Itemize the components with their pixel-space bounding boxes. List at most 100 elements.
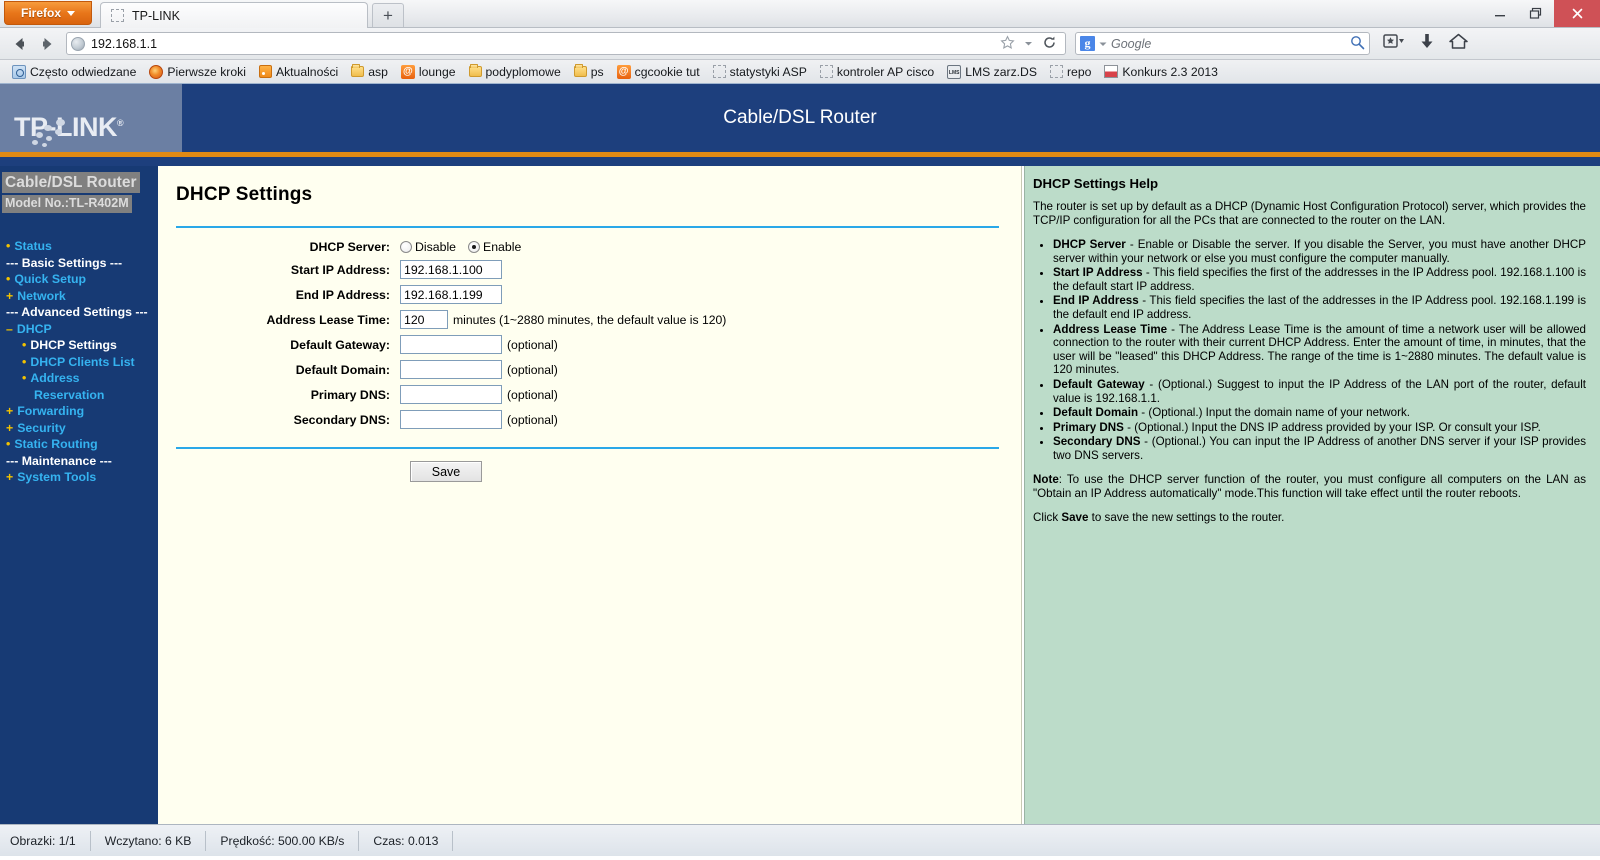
browser-tab-tp-link[interactable]: TP-LINK (100, 2, 368, 28)
form-row-default-domain: Default Domain: (optional) (158, 360, 1021, 379)
help-list-item: Secondary DNS - (Optional.) You can inpu… (1053, 435, 1586, 462)
sidebar-item-network[interactable]: + Network (6, 288, 158, 305)
lease-time-label: Address Lease Time: (266, 312, 390, 327)
bookmark-label: LMS zarz.DS (965, 64, 1037, 79)
bookmark-label: ps (590, 64, 604, 79)
dhcp-disable-label: Disable (415, 240, 457, 254)
sidebar-item-dhcp[interactable]: – DHCP (6, 321, 158, 338)
plus-expand-icon: + (6, 404, 14, 418)
reload-icon[interactable] (1042, 35, 1057, 53)
sidebar-item-address-reservation[interactable]: • Address Reservation (6, 370, 158, 403)
most-visited-icon (12, 64, 26, 79)
bookmark-item[interactable]: Często odwiedzane (7, 64, 141, 80)
form-row-lease-time: Address Lease Time: minutes (1~2880 minu… (158, 310, 1021, 329)
bookmark-star-icon[interactable] (1000, 34, 1015, 53)
address-bar[interactable]: 192.168.1.1 (66, 32, 1066, 55)
back-button[interactable] (6, 30, 33, 57)
sidebar-menu: • Status --- Basic Settings --- • Quick Se… (0, 238, 158, 486)
search-bar[interactable]: g Google (1075, 32, 1370, 55)
help-term: DHCP Server (1053, 238, 1126, 251)
bookmark-item[interactable]: Aktualności (254, 64, 343, 80)
bottom-divider (176, 447, 999, 449)
new-tab-button[interactable]: + (372, 3, 404, 27)
plus-icon: + (383, 6, 393, 25)
home-button[interactable] (1449, 33, 1468, 55)
downloads-button[interactable] (1419, 33, 1435, 55)
sidebar-item-status[interactable]: • Status (6, 238, 158, 255)
restore-button[interactable] (1518, 0, 1554, 27)
toolbar-right-actions (1383, 33, 1468, 55)
bookmark-item[interactable]: cgcookie tut (612, 64, 705, 80)
chevron-down-icon[interactable] (1024, 37, 1033, 51)
forward-button[interactable] (33, 30, 60, 57)
minimize-button[interactable] (1482, 0, 1518, 27)
url-text: 192.168.1.1 (91, 36, 158, 51)
bookmark-item[interactable]: statystyki ASP (708, 64, 812, 80)
sidebar-item-quick-setup[interactable]: • Quick Setup (6, 271, 158, 288)
lease-time-input[interactable] (400, 310, 448, 329)
form-row-primary-dns: Primary DNS: (optional) (158, 385, 1021, 404)
form-row-end-ip: End IP Address: (158, 285, 1021, 304)
help-click-save: Click Save to save the new settings to t… (1033, 511, 1586, 525)
optional-hint: (optional) (507, 412, 558, 427)
sidebar-item-dhcp-settings[interactable]: • DHCP Settings (6, 337, 158, 354)
bookmark-label: kontroler AP cisco (836, 64, 935, 79)
bullet-icon: • (22, 338, 27, 352)
primary-dns-input[interactable] (400, 385, 502, 404)
chevron-down-icon[interactable] (1099, 37, 1107, 51)
default-domain-input[interactable] (400, 360, 502, 379)
sidebar-item-security[interactable]: + Security (6, 420, 158, 437)
sidebar-item-label: Quick Setup (14, 272, 87, 286)
sidebar-item-label: Network (17, 288, 66, 303)
search-icon[interactable] (1350, 35, 1365, 53)
sidebar-separator-label: --- Maintenance --- (6, 453, 112, 468)
bookmark-item[interactable]: podyplomowe (464, 64, 566, 80)
window-controls (1482, 0, 1600, 27)
optional-hint: (optional) (507, 387, 558, 402)
navigation-toolbar: 192.168.1.1 g Google (0, 28, 1600, 60)
window-title-bar: Firefox TP-LINK + (0, 0, 1600, 28)
bookmark-item[interactable]: asp (346, 64, 393, 80)
bookmark-item[interactable]: ps (569, 64, 609, 80)
bookmark-item[interactable]: Pierwsze kroki (144, 64, 251, 80)
bookmark-item[interactable]: LMS zarz.DS (942, 64, 1042, 80)
dhcp-enable-radio[interactable]: Enable (468, 240, 521, 254)
blank-favicon-icon (111, 9, 124, 22)
router-body: Cable/DSL Router Model No.:TL-R402M • Sta… (0, 166, 1600, 824)
help-note: Note: To use the DHCP server function of… (1033, 473, 1586, 501)
save-button[interactable]: Save (410, 461, 482, 482)
form-row-secondary-dns: Secondary DNS: (optional) (158, 410, 1021, 429)
status-time: Czas: 0.013 (359, 830, 454, 851)
dhcp-enable-label: Enable (483, 240, 522, 254)
sidebar-item-static-routing[interactable]: • Static Routing (6, 436, 158, 453)
start-ip-input[interactable] (400, 260, 502, 279)
secondary-dns-input[interactable] (400, 410, 502, 429)
sidebar-device-name: Cable/DSL Router (2, 172, 140, 194)
default-gateway-input[interactable] (400, 335, 502, 354)
plus-expand-icon: + (6, 420, 14, 435)
bookmark-item[interactable]: Konkurs 2.3 2013 (1099, 64, 1223, 80)
address-bar-actions (1000, 34, 1061, 53)
tab-title: TP-LINK (132, 8, 180, 23)
plus-expand-icon: + (6, 288, 14, 303)
globe-icon (71, 36, 85, 51)
bookmark-item[interactable]: kontroler AP cisco (815, 64, 939, 80)
help-term: Default Gateway (1053, 377, 1145, 391)
bullet-icon: • (6, 437, 11, 451)
sidebar-separator-basic-settings: --- Basic Settings --- (6, 255, 158, 272)
search-input[interactable]: Google (1111, 37, 1346, 51)
dhcp-disable-radio[interactable]: Disable (400, 240, 456, 254)
sidebar-item-label: Status (14, 239, 52, 253)
close-button[interactable] (1554, 0, 1600, 27)
bookmarks-menu-button[interactable] (1383, 33, 1405, 54)
sidebar-item-dhcp-clients-list[interactable]: • DHCP Clients List (6, 354, 158, 371)
bookmark-item[interactable]: lounge (396, 64, 461, 80)
firefox-menu-button[interactable]: Firefox (4, 1, 92, 25)
lounge-site-icon (400, 64, 415, 79)
end-ip-input[interactable] (400, 285, 502, 304)
bullet-icon: • (6, 239, 11, 253)
sidebar-item-system-tools[interactable]: + System Tools (6, 469, 158, 486)
sidebar-item-forwarding[interactable]: + Forwarding (6, 403, 158, 420)
bookmark-item[interactable]: repo (1045, 64, 1096, 80)
help-list: DHCP Server - Enable or Disable the serv… (1033, 238, 1586, 463)
